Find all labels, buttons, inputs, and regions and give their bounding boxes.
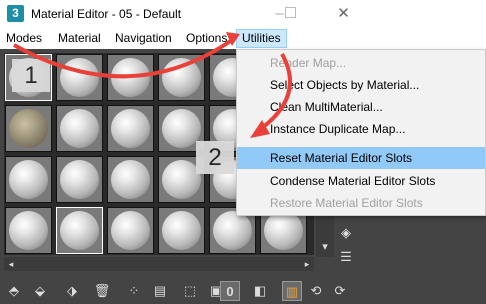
options-list-icon[interactable]: ☰ xyxy=(336,249,356,273)
material-slot[interactable] xyxy=(56,54,103,101)
scroll-left-icon[interactable]: ◂ xyxy=(4,257,18,271)
menu-select-objects-by-material[interactable]: Select Objects by Material... xyxy=(237,74,485,96)
material-sphere-preview xyxy=(60,211,99,250)
material-slot[interactable] xyxy=(158,54,205,101)
side-tools: ◈ ☰ xyxy=(336,225,356,275)
scroll-down-icon[interactable]: ▾ xyxy=(316,239,334,255)
material-sphere-preview xyxy=(9,211,48,250)
material-slot[interactable] xyxy=(5,105,52,152)
utilities-dropdown: Render Map... Select Objects by Material… xyxy=(236,49,486,216)
step-2-badge: 2 xyxy=(196,141,234,174)
put-to-scene-icon[interactable]: ⬙ xyxy=(30,281,50,301)
material-sphere-preview xyxy=(9,109,48,148)
material-sphere-preview xyxy=(60,109,99,148)
material-sphere-preview xyxy=(213,211,252,250)
material-sphere-preview xyxy=(111,58,150,97)
sample-type-icon[interactable]: ◈ xyxy=(336,225,356,249)
material-slot[interactable] xyxy=(107,54,154,101)
material-sphere-preview xyxy=(162,211,201,250)
go-forward-sibling-icon[interactable]: ⟳ xyxy=(330,281,350,301)
material-sphere-preview xyxy=(162,58,201,97)
scroll-right-icon[interactable]: ▸ xyxy=(300,257,314,271)
material-editor-window: 3 Material Editor - 05 - Default – ☐ ✕ M… xyxy=(0,0,486,304)
material-slot[interactable] xyxy=(56,105,103,152)
assign-material-icon[interactable]: ⬗ xyxy=(62,281,82,301)
material-slot[interactable] xyxy=(107,156,154,203)
close-button[interactable]: ✕ xyxy=(321,0,366,28)
reset-map-icon[interactable]: 🗑 xyxy=(92,281,112,301)
make-unique-icon[interactable]: ⁘ xyxy=(124,281,144,301)
menu-bar: Modes Material Navigation Options Utilit… xyxy=(0,28,486,49)
put-to-library-icon[interactable]: ▤ xyxy=(150,281,170,301)
step-1-badge: 1 xyxy=(12,59,50,92)
menu-material[interactable]: Material xyxy=(58,31,101,45)
maximize-button[interactable]: ☐ xyxy=(268,0,313,28)
material-slot[interactable] xyxy=(107,105,154,152)
material-slot[interactable] xyxy=(5,207,52,254)
material-slot[interactable] xyxy=(107,207,154,254)
material-sphere-preview xyxy=(60,160,99,199)
menu-reset-material-editor-slots[interactable]: Reset Material Editor Slots xyxy=(237,147,485,169)
menu-modes[interactable]: Modes xyxy=(6,31,42,45)
menu-restore-material-editor-slots: Restore Material Editor Slots xyxy=(270,196,423,210)
title-bar: 3 Material Editor - 05 - Default – ☐ ✕ xyxy=(0,0,486,28)
get-material-icon[interactable]: ⬘ xyxy=(4,281,24,301)
show-end-result-icon[interactable]: ▥ xyxy=(282,281,302,301)
material-id-icon[interactable]: ⬚ xyxy=(180,281,200,301)
material-id-channel-icon[interactable]: 0 xyxy=(220,281,240,301)
show-shaded-icon[interactable]: ◧ xyxy=(250,281,270,301)
menu-condense-material-editor-slots[interactable]: Condense Material Editor Slots xyxy=(237,170,485,192)
material-sphere-preview xyxy=(9,160,48,199)
horizontal-scrollbar[interactable]: ◂ ▸ xyxy=(4,257,314,271)
window-title: Material Editor - 05 - Default xyxy=(31,7,182,21)
material-slot[interactable] xyxy=(56,207,103,254)
menu-options[interactable]: Options xyxy=(186,31,227,45)
material-sphere-preview xyxy=(111,160,150,199)
menu-utilities[interactable]: Utilities xyxy=(236,29,287,48)
menu-instance-duplicate-map[interactable]: Instance Duplicate Map... xyxy=(237,118,485,140)
material-slot[interactable] xyxy=(158,207,205,254)
menu-navigation[interactable]: Navigation xyxy=(115,31,172,45)
go-to-parent-icon[interactable]: ⟲ xyxy=(306,281,326,301)
material-sphere-preview xyxy=(60,58,99,97)
bottom-toolbar: ⬘ ⬙ ⬗ 🗑 ⁘ ▤ ⬚ ▣ 0 ◧ ▥ ⟲ ⟳ xyxy=(0,278,486,304)
material-slot[interactable] xyxy=(56,156,103,203)
menu-clean-multimaterial[interactable]: Clean MultiMaterial... xyxy=(237,96,485,118)
material-sphere-preview xyxy=(111,109,150,148)
app-3dsmax-icon: 3 xyxy=(7,5,24,22)
material-sphere-preview xyxy=(264,211,303,250)
menu-render-map: Render Map... xyxy=(270,56,347,70)
material-sphere-preview xyxy=(111,211,150,250)
material-slot[interactable] xyxy=(5,156,52,203)
